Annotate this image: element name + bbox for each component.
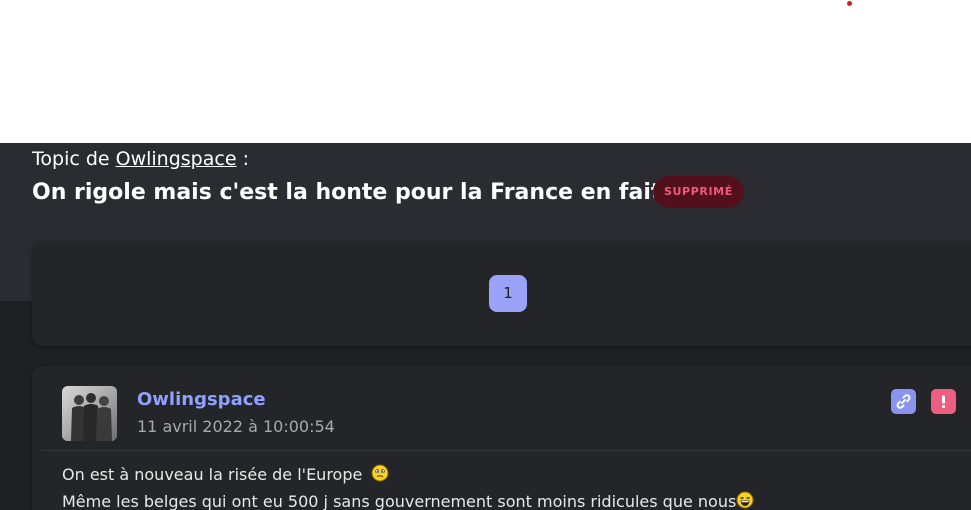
- red-dot: [847, 1, 852, 6]
- post-card: Owlingspace 11 avril 2022 à 10:00:54 On …: [32, 366, 971, 510]
- post-message: On est à nouveau la risée de l'Europe Mê…: [62, 461, 754, 510]
- message-line-text: Même les belges qui ont eu 500 j sans go…: [62, 492, 737, 510]
- laughing-smiley-icon: [736, 491, 754, 509]
- page-button-1[interactable]: 1: [489, 275, 527, 312]
- topic-by-prefix: Topic de: [32, 148, 110, 170]
- post-author-link[interactable]: Owlingspace: [137, 388, 266, 412]
- topic-byline: Topic de Owlingspace :: [32, 147, 249, 171]
- confused-smiley-icon: [371, 464, 389, 482]
- avatar[interactable]: [62, 386, 117, 441]
- status-badge: SUPPRIMÉ: [653, 176, 744, 208]
- message-line: On est à nouveau la risée de l'Europe: [62, 461, 754, 488]
- topic-title: On rigole mais c'est la honte pour la Fr…: [32, 180, 662, 205]
- pagination-card: 1: [32, 241, 971, 346]
- report-icon: [942, 395, 945, 408]
- permalink-button[interactable]: [891, 389, 916, 414]
- post-date: 11 avril 2022 à 10:00:54: [137, 417, 335, 436]
- report-button[interactable]: [931, 389, 956, 414]
- message-line: Même les belges qui ont eu 500 j sans go…: [62, 488, 754, 510]
- topic-by-suffix: :: [236, 148, 249, 170]
- top-white-area: [0, 0, 971, 143]
- topic-author-link[interactable]: Owlingspace: [116, 148, 237, 170]
- link-icon: [896, 394, 911, 409]
- post-divider: [42, 450, 971, 451]
- avatar-image: [62, 386, 117, 441]
- message-line-text: On est à nouveau la risée de l'Europe: [62, 465, 363, 484]
